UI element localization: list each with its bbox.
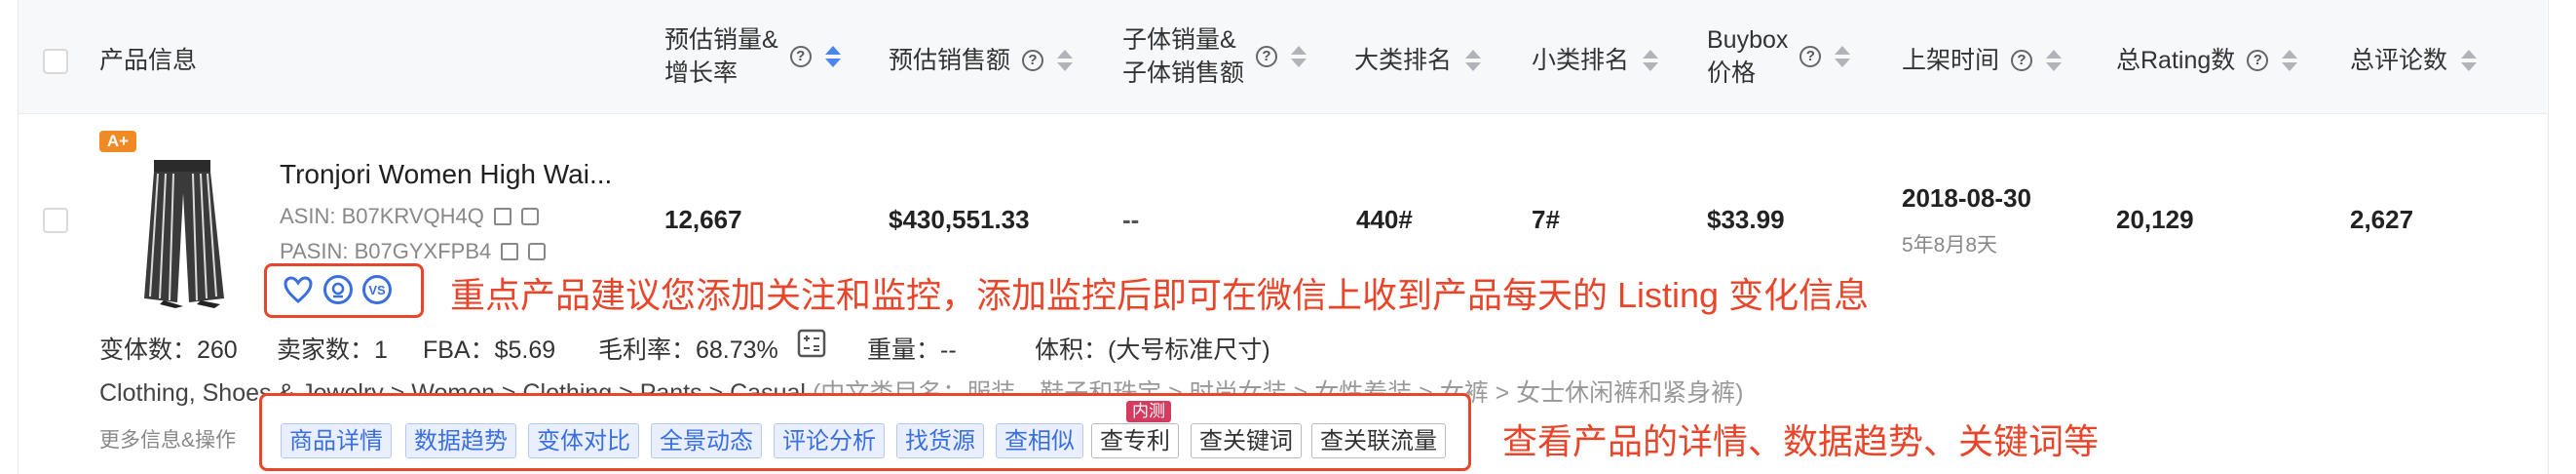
more-info-label: 更多信息&操作 (99, 429, 237, 452)
vs-label: VS (368, 282, 386, 297)
sort-icon[interactable] (1465, 50, 1482, 71)
help-icon[interactable]: ? (1799, 46, 1822, 67)
sort-icon[interactable] (1643, 50, 1659, 71)
external-link-icon[interactable] (528, 243, 547, 260)
volume: 体积：(大号标准尺寸) (1035, 336, 1270, 364)
pasin-text: PASIN: B07GYXFPB4 (280, 239, 492, 263)
find-source-button[interactable]: 找货源 (896, 423, 984, 458)
seller-count: 卖家数：1 (277, 336, 388, 364)
launch-age: 5年8月8天 (1902, 234, 1998, 257)
sales-value: 12,667 (664, 205, 742, 234)
monitor-tip-annotation: 重点产品建议您添加关注和监控，添加监控后即可在微信上收到产品每天的 Listin… (450, 275, 1870, 315)
launch-date: 2018-08-30 (1902, 183, 2031, 213)
sub-rank-value[interactable]: 7# (1532, 205, 1560, 235)
row-checkbox[interactable] (43, 208, 68, 233)
sort-icon[interactable] (2461, 50, 2478, 71)
sort-icon[interactable] (1835, 46, 1851, 67)
col-reviews[interactable]: 总评论数 (2350, 44, 2478, 77)
col-revenue[interactable]: 预估销售额 ? (889, 44, 1074, 77)
panorama-button[interactable]: 全景动态 (651, 423, 762, 458)
help-icon[interactable]: ? (2247, 50, 2269, 71)
product-image[interactable] (136, 154, 234, 310)
profit-margin: 毛利率：68.73% (598, 336, 778, 364)
variant-count: 变体数：260 (99, 336, 238, 364)
copy-icon[interactable] (493, 208, 511, 225)
sort-icon[interactable] (1291, 46, 1307, 67)
heart-icon[interactable] (283, 275, 314, 304)
col-sub-rank-label: 小类排名 (1532, 47, 1630, 74)
buybox-value: $33.99 (1707, 205, 1785, 234)
select-all-checkbox[interactable] (43, 49, 68, 74)
product-title[interactable]: Tronjori Women High Wai... (280, 159, 612, 190)
col-buybox-label: Buybox 价格 (1707, 26, 1789, 87)
col-rating-label: 总Rating数 (2116, 47, 2236, 74)
monitor-icon[interactable] (323, 275, 353, 304)
col-product-info: 产品信息 (99, 44, 197, 77)
review-count: 2,627 (2350, 205, 2414, 234)
aplus-badge: A+ (99, 131, 136, 152)
col-launch-label: 上架时间 (1902, 47, 2000, 74)
col-revenue-label: 预估销售额 (889, 47, 1011, 74)
keyword-check-button[interactable]: 查关键词 (1191, 423, 1302, 458)
vs-icon[interactable]: VS (362, 275, 392, 304)
help-icon[interactable]: ? (789, 46, 812, 67)
find-similar-button[interactable]: 查相似 (996, 423, 1083, 458)
col-buybox[interactable]: Buybox 价格 ? (1707, 23, 1851, 90)
sort-icon[interactable] (2282, 50, 2298, 71)
revenue-value: $430,551.33 (889, 205, 1030, 234)
col-sub-rank[interactable]: 小类排名 (1532, 44, 1659, 77)
fba-fee: FBA：$5.69 (423, 336, 556, 364)
col-sales[interactable]: 预估销量& 增长率 ? (664, 23, 841, 90)
calculator-icon[interactable] (797, 329, 826, 358)
rating-count: 20,129 (2116, 205, 2194, 234)
asin-text: ASIN: B07KRVQH4Q (280, 204, 484, 228)
related-traffic-button[interactable]: 查关联流量 (1311, 423, 1446, 458)
col-variant-sales-label: 子体销量& 子体销售额 (1122, 26, 1245, 87)
col-main-rank-label: 大类排名 (1354, 47, 1453, 74)
data-trend-button[interactable]: 数据趋势 (405, 423, 516, 458)
col-product-label: 产品信息 (99, 47, 198, 74)
sort-icon[interactable] (2046, 50, 2063, 71)
variant-sales-value: -- (1122, 205, 1140, 234)
external-link-icon[interactable] (520, 208, 539, 225)
sort-icon[interactable] (1057, 50, 1074, 71)
col-sales-label: 预估销量& 增长率 (664, 26, 778, 87)
copy-icon[interactable] (501, 243, 519, 260)
help-icon[interactable]: ? (1022, 50, 1044, 71)
variant-compare-button[interactable]: 变体对比 (528, 423, 639, 458)
sort-icon[interactable] (824, 46, 841, 67)
col-variant-sales[interactable]: 子体销量& 子体销售额 ? (1122, 23, 1307, 90)
help-icon[interactable]: ? (1256, 46, 1278, 67)
patent-check-button[interactable]: 查专利 (1091, 423, 1179, 458)
col-rating[interactable]: 总Rating数 ? (2116, 44, 2298, 77)
col-main-rank[interactable]: 大类排名 (1354, 44, 1482, 77)
col-launch[interactable]: 上架时间 ? (1902, 44, 2063, 77)
col-reviews-label: 总评论数 (2350, 47, 2448, 74)
weight: 重量：-- (867, 336, 957, 364)
main-rank-value[interactable]: 440# (1356, 205, 1413, 235)
review-analysis-button[interactable]: 评论分析 (774, 423, 885, 458)
pasin-row: PASIN: B07GYXFPB4 (280, 239, 547, 264)
beta-tag: 内测 (1126, 401, 1171, 422)
product-detail-button[interactable]: 商品详情 (281, 423, 392, 458)
asin-row: ASIN: B07KRVQH4Q (280, 204, 539, 229)
actions-tip-annotation: 查看产品的详情、数据趋势、关键词等 (1502, 421, 2100, 461)
help-icon[interactable]: ? (2011, 50, 2033, 71)
